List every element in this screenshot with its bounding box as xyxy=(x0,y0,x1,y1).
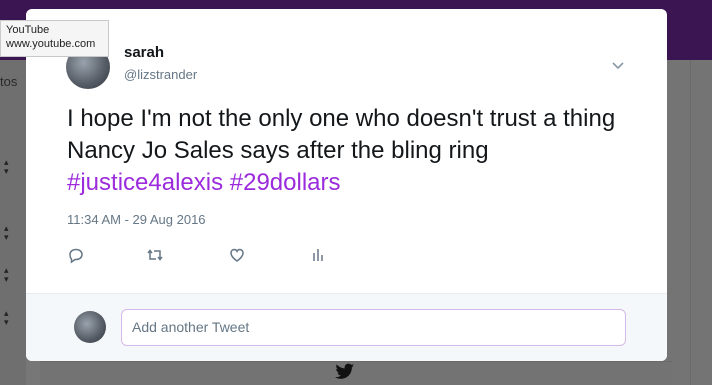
tweet-text: I hope I'm not the only one who doesn't … xyxy=(67,103,637,199)
tweet-timestamp[interactable]: 11:34 AM - 29 Aug 2016 xyxy=(67,212,206,227)
background-select-arrow-icon: ▴ ▾ xyxy=(4,308,9,327)
user-handle[interactable]: @lizstrander xyxy=(124,67,197,82)
retweet-icon[interactable] xyxy=(146,246,164,264)
background-divider xyxy=(690,60,691,385)
hashtag-link[interactable]: #justice4alexis xyxy=(67,169,223,196)
twitter-bird-icon xyxy=(335,363,355,379)
reply-icon[interactable] xyxy=(67,246,85,264)
background-select-arrow-icon: ▴ ▾ xyxy=(4,223,9,242)
user-name[interactable]: sarah xyxy=(124,44,164,61)
background-select-arrow-icon: ▴ ▾ xyxy=(4,157,9,176)
tweet-body: I hope I'm not the only one who doesn't … xyxy=(67,105,616,164)
reply-input[interactable]: Add another Tweet xyxy=(121,309,626,346)
background-select-arrow-icon: ▴ ▾ xyxy=(4,265,9,284)
like-icon[interactable] xyxy=(228,246,246,264)
link-tooltip: YouTube www.youtube.com xyxy=(0,20,109,57)
background-card xyxy=(40,361,672,385)
tooltip-url: www.youtube.com xyxy=(6,38,96,50)
background-tab-label: tos xyxy=(0,74,18,89)
tooltip-title: YouTube xyxy=(6,24,50,36)
analytics-icon[interactable] xyxy=(309,246,327,264)
avatar xyxy=(74,311,106,343)
hashtag-link[interactable]: #29dollars xyxy=(230,169,341,196)
tweet-modal: sarah @lizstrander I hope I'm not the on… xyxy=(26,9,667,361)
reply-area: Add another Tweet xyxy=(26,294,667,361)
chevron-down-icon[interactable] xyxy=(610,60,626,72)
